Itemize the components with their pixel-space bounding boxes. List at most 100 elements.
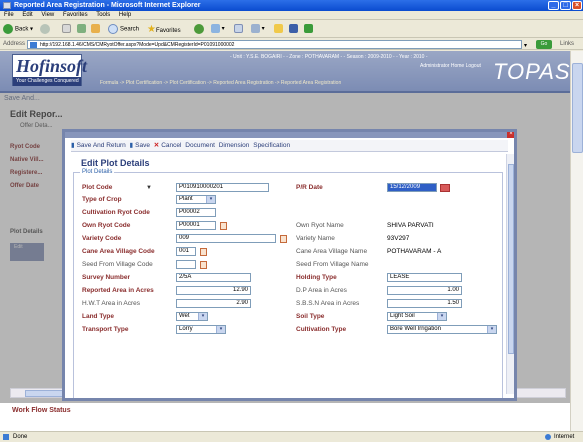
row-survey-holding: Survey Number 2/5A Holding Type LEASE bbox=[74, 273, 504, 283]
label-transport-type: Transport Type bbox=[82, 326, 129, 333]
home-icon bbox=[91, 24, 100, 33]
session-info: - Unit : Y.S.E. BOGAIRI - - Zone : POTHA… bbox=[230, 54, 428, 60]
media-button[interactable] bbox=[194, 24, 206, 35]
document-button[interactable]: Document bbox=[185, 142, 215, 149]
back-button[interactable]: Back ▾ bbox=[3, 24, 33, 35]
own-ryot-name-value: SHIVA PARVATI bbox=[387, 222, 434, 229]
home-button[interactable] bbox=[91, 24, 100, 35]
soil-type-select[interactable]: Light Soil ▾ bbox=[387, 312, 447, 321]
print-button[interactable]: ▾ bbox=[251, 24, 265, 35]
menu-edit[interactable]: Edit bbox=[22, 12, 32, 18]
row-transport-cultivation: Transport Type Lorry ▾ Cultivation Type B… bbox=[74, 325, 504, 335]
plot-code-field[interactable]: P010910000201 bbox=[176, 183, 269, 192]
menu-favorites[interactable]: Favorites bbox=[63, 12, 88, 18]
label-soil-type: Soil Type bbox=[296, 313, 325, 320]
links-label[interactable]: Links bbox=[560, 39, 574, 50]
label-seed-from-village-name: Seed From Village Name bbox=[296, 261, 369, 268]
messenger-button[interactable] bbox=[304, 24, 313, 35]
reported-area-field[interactable]: 12.90 bbox=[176, 286, 251, 295]
filter-icon[interactable]: ▼ bbox=[146, 183, 152, 193]
ie-app-icon bbox=[3, 2, 11, 9]
calendar-icon[interactable] bbox=[440, 184, 450, 192]
maximize-button[interactable]: □ bbox=[560, 1, 571, 10]
land-type-select[interactable]: Wet ▾ bbox=[176, 312, 208, 321]
dialog-scrollbar[interactable] bbox=[506, 154, 514, 394]
go-button[interactable]: Go bbox=[536, 40, 552, 49]
row-type-of-crop: Type of Crop Plant ▾ bbox=[74, 195, 504, 205]
header-links[interactable]: Administrator Home Logout bbox=[420, 63, 481, 69]
holding-type-field[interactable]: LEASE bbox=[387, 273, 462, 282]
label-pr-date: P/R Date bbox=[296, 184, 323, 191]
stop-button[interactable] bbox=[62, 24, 71, 35]
own-ryot-code-field[interactable]: P00001 bbox=[176, 221, 216, 230]
label-land-type: Land Type bbox=[82, 313, 115, 320]
variety-code-field[interactable]: 009 bbox=[176, 234, 276, 243]
refresh-button[interactable] bbox=[77, 24, 86, 35]
row-land-soil: Land Type Wet ▾ Soil Type Light Soil ▾ bbox=[74, 312, 504, 322]
back-arrow-icon bbox=[3, 24, 13, 34]
save-button[interactable]: Save bbox=[135, 142, 150, 149]
cultivation-ryot-code-field[interactable]: P00002 bbox=[176, 208, 216, 217]
favorites-button[interactable]: ★Favorites bbox=[147, 24, 181, 35]
internet-zone-icon bbox=[545, 434, 551, 440]
transport-type-select[interactable]: Lorry ▾ bbox=[176, 325, 226, 334]
edit-plot-dialog: × ▮ Save And Return ▮ Save ✕ Cancel Documen… bbox=[62, 129, 517, 401]
plot-details-fieldset: Plot Details Plot Code ▼ P010910000201 P… bbox=[73, 169, 504, 398]
dimension-button[interactable]: Dimension bbox=[219, 142, 250, 149]
mail-button[interactable] bbox=[234, 24, 243, 35]
pr-date-field[interactable]: 15/12/2009 bbox=[387, 183, 437, 192]
forward-button[interactable] bbox=[40, 24, 52, 35]
seed-from-village-code-field[interactable] bbox=[176, 260, 196, 269]
dp-area-field[interactable]: 1.00 bbox=[387, 286, 462, 295]
lookup-icon[interactable] bbox=[200, 261, 207, 269]
sbsn-area-field[interactable]: 1.50 bbox=[387, 299, 462, 308]
label-dp-area: D.P Area in Acres bbox=[296, 287, 347, 294]
row-hwt-sbsn: H.W.T Area in Acres 2.90 S.B.S.N Area in… bbox=[74, 299, 504, 309]
refresh-icon bbox=[77, 24, 86, 33]
label-hwt-area: H.W.T Area in Acres bbox=[82, 300, 141, 307]
plot-details-legend: Plot Details bbox=[82, 169, 113, 175]
menu-file[interactable]: File bbox=[4, 12, 14, 18]
media-icon bbox=[194, 24, 204, 34]
chevron-down-icon: ▾ bbox=[216, 326, 225, 333]
save-and-return-button[interactable]: Save And Return bbox=[77, 142, 126, 149]
cane-area-village-code-field[interactable]: 001 bbox=[176, 247, 196, 256]
search-icon bbox=[108, 24, 118, 34]
search-button[interactable]: Search bbox=[108, 24, 139, 35]
type-of-crop-select[interactable]: Plant ▾ bbox=[176, 195, 216, 204]
history-icon bbox=[211, 24, 220, 33]
lookup-icon[interactable] bbox=[200, 248, 207, 256]
cultivation-type-select[interactable]: Bore Well Irrigation ▾ bbox=[387, 325, 497, 334]
cancel-button[interactable]: Cancel bbox=[161, 142, 181, 149]
row-variety: Variety Code 009 Variety Name 93V297 bbox=[74, 234, 504, 244]
dialog-toolbar: ▮ Save And Return ▮ Save ✕ Cancel Document … bbox=[71, 140, 508, 152]
variety-name-value: 93V297 bbox=[387, 235, 410, 242]
lookup-icon[interactable] bbox=[220, 222, 227, 230]
discuss-button[interactable] bbox=[289, 24, 298, 35]
label-cane-area-village-name: Cane Area Village Name bbox=[296, 248, 368, 255]
window-titlebar: Reported Area Registration - Microsoft I… bbox=[0, 0, 583, 11]
page-icon bbox=[30, 42, 37, 48]
close-window-button[interactable]: × bbox=[572, 1, 582, 10]
address-input[interactable]: http://192.168.1.46/CMS/CMRyotOffer.aspx… bbox=[27, 40, 522, 49]
page-content: Hofinsoft Your Challenges Conquered - Un… bbox=[0, 51, 570, 431]
history-button[interactable]: ▾ bbox=[211, 24, 225, 35]
label-cultivation-ryot-code: Cultivation Ryot Code bbox=[82, 209, 150, 216]
chevron-down-icon: ▾ bbox=[198, 313, 207, 320]
hwt-area-field[interactable]: 2.90 bbox=[176, 299, 251, 308]
label-cultivation-type: Cultivation Type bbox=[296, 326, 347, 333]
page-vertical-scrollbar[interactable] bbox=[570, 51, 583, 431]
lookup-icon[interactable] bbox=[280, 235, 287, 243]
label-variety-name: Variety Name bbox=[296, 235, 335, 242]
label-variety-code: Variety Code bbox=[82, 235, 122, 242]
menu-tools[interactable]: Tools bbox=[96, 12, 110, 18]
messenger-icon bbox=[304, 24, 313, 33]
minimize-button[interactable]: _ bbox=[548, 1, 559, 10]
dialog-close-button[interactable]: × bbox=[507, 132, 514, 138]
survey-number-field[interactable]: 2/5A bbox=[176, 273, 251, 282]
menu-help[interactable]: Help bbox=[119, 12, 131, 18]
menu-view[interactable]: View bbox=[41, 12, 54, 18]
save-icon: ▮ bbox=[129, 142, 134, 149]
edit-button[interactable] bbox=[274, 24, 283, 35]
specification-button[interactable]: Specification bbox=[253, 142, 290, 149]
